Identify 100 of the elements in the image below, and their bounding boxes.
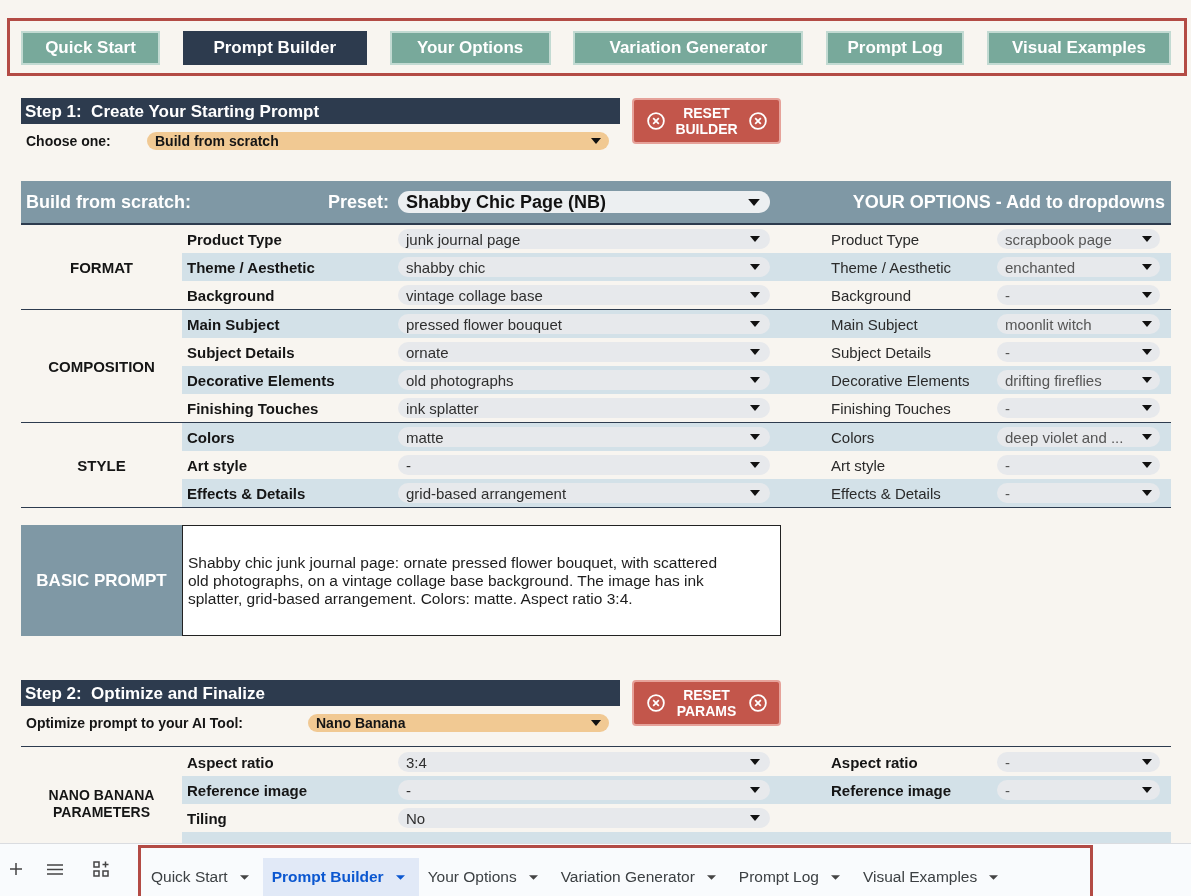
field-label: Reference image	[186, 781, 309, 799]
x-circle-icon	[646, 112, 665, 130]
prompt-text-box: Shabby chic junk journal page: ornate pressed flower bouquet, with scattered old photographs, on a vintage collage base background. The image has ink splatter, grid-based arrangement. Colors: matte. Aspect ratio 3:4.	[182, 525, 781, 636]
option-label: Reference image	[830, 781, 953, 799]
sheet-tab[interactable]: Quick Start	[142, 858, 263, 896]
option-label: Subject Details	[830, 343, 933, 361]
field-label: Main Subject	[186, 315, 281, 333]
sheet-tab[interactable]: Variation Generator	[551, 858, 730, 896]
caret-icon	[750, 434, 760, 440]
plus-icon[interactable]	[10, 863, 22, 875]
caret-icon	[750, 264, 760, 270]
nav-tab[interactable]: Prompt Builder	[182, 31, 367, 65]
preset-label: Preset:	[327, 191, 389, 213]
field-label: Colors	[186, 428, 236, 446]
sheet-tab[interactable]: Prompt Log	[729, 858, 854, 896]
caret-icon	[750, 815, 760, 821]
dropdown[interactable]: matte	[398, 427, 770, 447]
dropdown[interactable]: vintage collage base	[398, 285, 770, 305]
caret-icon	[528, 874, 538, 880]
field-label: Product Type	[186, 230, 283, 248]
caret-icon	[750, 321, 760, 327]
field-label: Theme / Aesthetic	[186, 258, 316, 276]
caret-icon	[748, 198, 760, 206]
reset-button[interactable]: RESET PARAMS	[632, 680, 781, 726]
caret-icon	[750, 490, 760, 496]
table-title: Build from scratch:	[26, 191, 192, 213]
dropdown[interactable]: Nano Banana	[308, 713, 609, 732]
dropdown[interactable]: shabby chic	[398, 257, 770, 277]
dropdown[interactable]: -	[997, 455, 1160, 475]
field-label: Aspect ratio	[186, 753, 275, 771]
dropdown[interactable]: grid-based arrangement	[398, 483, 770, 503]
option-label: Main Subject	[830, 315, 919, 333]
preset-dropdown[interactable]: Shabby Chic Page (NB)	[398, 191, 770, 213]
step-title: Step 2: Optimize and Finalize	[21, 680, 620, 706]
caret-icon	[750, 292, 760, 298]
dropdown[interactable]: -	[997, 285, 1160, 305]
dropdown[interactable]: ornate	[398, 342, 770, 362]
dropdown[interactable]: scrapbook page	[997, 229, 1160, 249]
caret-icon	[1142, 321, 1152, 327]
choose-label: Optimize prompt to your AI Tool:	[25, 714, 244, 731]
dropdown[interactable]: -	[398, 780, 770, 800]
dropdown[interactable]: -	[997, 342, 1160, 362]
x-circle-icon	[646, 694, 665, 712]
caret-icon	[1142, 292, 1152, 298]
caret-icon	[591, 719, 601, 726]
choose-label: Choose one:	[25, 132, 112, 149]
caret-icon	[1142, 236, 1152, 242]
caret-icon	[706, 874, 716, 880]
field-label: Effects & Details	[186, 484, 307, 502]
step-title: Step 1: Create Your Starting Prompt	[21, 98, 620, 124]
group-label: STYLE	[77, 456, 126, 474]
menu-icon[interactable]	[47, 864, 63, 875]
dropdown[interactable]: drifting fireflies	[997, 370, 1160, 390]
grid-plus-icon[interactable]	[93, 861, 109, 877]
caret-icon	[750, 759, 760, 765]
options-title: YOUR OPTIONS - Add to dropdowns	[851, 191, 1166, 213]
group-label: COMPOSITION	[48, 357, 155, 375]
field-label: Subject Details	[186, 343, 296, 361]
field-label: Tiling	[186, 809, 228, 827]
sheet-tab[interactable]: Visual Examples	[853, 858, 1013, 896]
option-label: Aspect ratio	[830, 753, 919, 771]
caret-icon	[1142, 434, 1152, 440]
dropdown[interactable]: -	[997, 483, 1160, 503]
caret-icon	[750, 236, 760, 242]
sheet-tab[interactable]: Your Options	[418, 858, 552, 896]
dropdown[interactable]: -	[997, 780, 1160, 800]
reset-button[interactable]: RESET BUILDER	[632, 98, 781, 144]
dropdown[interactable]: deep violet and ...	[997, 427, 1160, 447]
dropdown[interactable]: enchanted	[997, 257, 1160, 277]
caret-icon	[750, 787, 760, 793]
caret-icon	[830, 874, 840, 880]
dropdown[interactable]: ink splatter	[398, 398, 770, 418]
dropdown[interactable]: No	[398, 808, 770, 828]
caret-icon	[1142, 759, 1152, 765]
dropdown[interactable]: 3:4	[398, 752, 770, 772]
caret-icon	[1142, 462, 1152, 468]
caret-icon	[989, 874, 999, 880]
caret-icon	[1142, 787, 1152, 793]
dropdown[interactable]: -	[997, 398, 1160, 418]
prompt-label: BASIC PROMPT	[21, 525, 182, 636]
dropdown[interactable]: junk journal page	[398, 229, 770, 249]
option-label: Effects & Details	[830, 484, 942, 502]
caret-icon	[1142, 405, 1152, 411]
field-label: Decorative Elements	[186, 371, 336, 389]
group-label: NANO BANANA PARAMETERS	[47, 787, 156, 821]
dropdown[interactable]: old photographs	[398, 370, 770, 390]
dropdown[interactable]: Build from scratch	[147, 131, 609, 150]
caret-icon	[239, 874, 249, 880]
caret-icon	[1142, 264, 1152, 270]
field-label: Background	[186, 286, 276, 304]
dropdown[interactable]: pressed flower bouquet	[398, 314, 770, 334]
caret-icon	[750, 405, 760, 411]
x-circle-icon	[748, 694, 767, 712]
caret-icon	[591, 137, 601, 144]
sheet-tab[interactable]: Prompt Builder	[262, 858, 419, 896]
option-label: Decorative Elements	[830, 371, 971, 389]
dropdown[interactable]: moonlit witch	[997, 314, 1160, 334]
dropdown[interactable]: -	[398, 455, 770, 475]
option-label: Colors	[830, 428, 876, 446]
dropdown[interactable]: -	[997, 752, 1160, 772]
